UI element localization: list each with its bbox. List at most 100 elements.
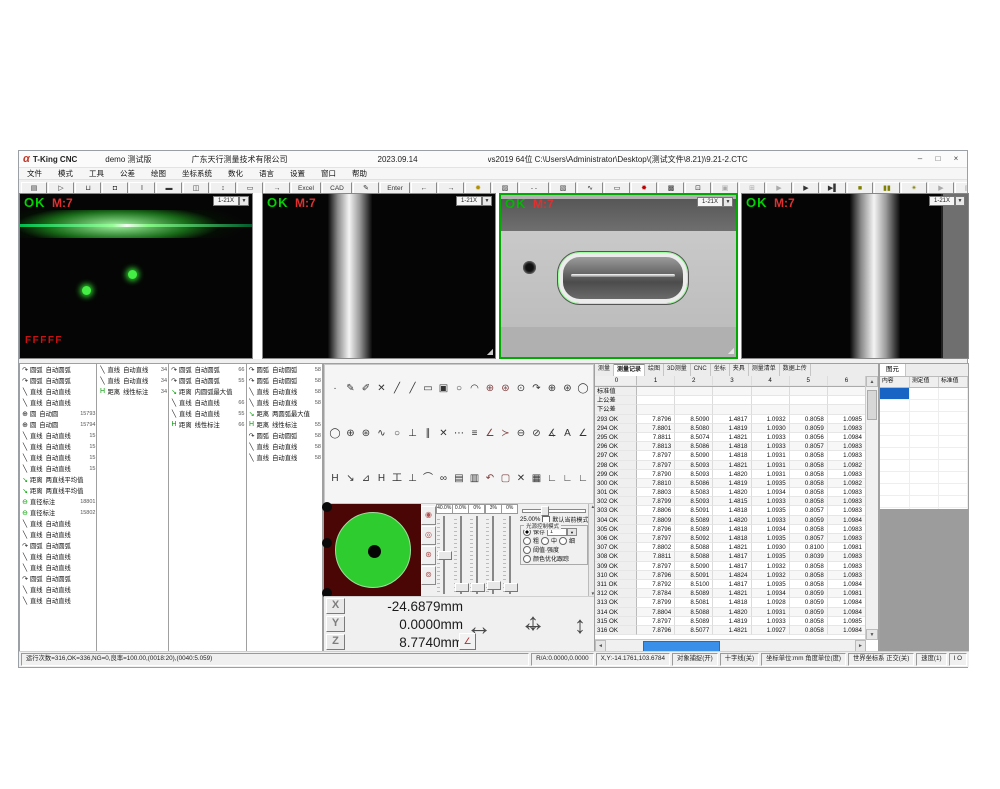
tool-icon[interactable]: ✐ xyxy=(359,382,373,396)
tool-icon[interactable]: ⊕ xyxy=(344,427,358,441)
slider-thumb[interactable] xyxy=(455,583,469,592)
tab-8[interactable]: 数据上传 xyxy=(780,364,811,376)
feature-item[interactable]: ╲直线自动直线 xyxy=(20,397,96,408)
feature-item[interactable]: ╲直线自动直线15 xyxy=(20,430,96,441)
tool-icon[interactable]: ⊛ xyxy=(561,382,575,396)
feature-item[interactable]: ╲直线自动直线15 xyxy=(20,452,96,463)
camera-zoom-select[interactable]: 1-21X▼ xyxy=(697,197,733,207)
menu-item-10[interactable]: 帮助 xyxy=(344,168,375,179)
option-radio-0[interactable] xyxy=(523,546,531,554)
scroll-down-icon[interactable]: ▼ xyxy=(866,629,878,640)
light-mode-button-0[interactable]: ◉ xyxy=(421,506,436,525)
tool-icon[interactable]: ◯ xyxy=(328,427,342,441)
tool-icon[interactable]: ▢ xyxy=(499,472,513,486)
close-button[interactable]: × xyxy=(948,153,964,165)
tool-icon[interactable]: ⊿ xyxy=(359,472,373,486)
tool-icon[interactable]: ∠ xyxy=(483,427,497,441)
feature-item[interactable]: ╲直线自动直线 xyxy=(20,551,96,562)
table-fixed-row[interactable]: 标准值 xyxy=(595,387,866,396)
element-row[interactable] xyxy=(880,436,968,448)
tool-icon[interactable]: ✕ xyxy=(375,382,389,396)
element-row[interactable] xyxy=(880,484,968,496)
table-row[interactable]: 294 OK7.88018.50801.48191.09300.80591.09… xyxy=(595,424,866,433)
table-fixed-row[interactable]: 上公差 xyxy=(595,396,866,405)
feature-item[interactable]: ╲直线自动直线 xyxy=(20,386,96,397)
scroll-up-icon[interactable]: ▲ xyxy=(866,376,878,387)
tool-icon[interactable]: H xyxy=(328,472,342,486)
level-radio-1[interactable] xyxy=(541,537,549,545)
feature-item[interactable]: ╲直线自动直线34 xyxy=(97,364,168,375)
feature-item[interactable]: ↷圆弧自动圆弧66 xyxy=(169,364,245,375)
tool-icon[interactable]: ∟ xyxy=(545,472,559,486)
feature-item[interactable]: ╲直线自动直线 xyxy=(20,529,96,540)
table-row[interactable]: 310 OK7.87968.50911.48241.09320.80581.09… xyxy=(595,571,866,580)
feature-item[interactable]: ╲直线自动直线55 xyxy=(169,408,245,419)
feature-item[interactable]: ↷圆弧自动圆弧 xyxy=(20,375,96,386)
element-row[interactable] xyxy=(880,412,968,424)
feature-item[interactable]: ╲直线自动直线 xyxy=(20,584,96,595)
tool-icon[interactable]: ∞ xyxy=(437,472,451,486)
option-radio-1[interactable] xyxy=(523,555,531,563)
tool-icon[interactable]: ⊘ xyxy=(530,427,544,441)
camera-view-1[interactable]: OKM:71-21X▼FFFFF xyxy=(19,193,253,359)
table-row[interactable]: 302 OK7.87998.50931.48151.09330.80581.09… xyxy=(595,497,866,506)
table-row[interactable]: 293 OK7.87968.50901.48171.09320.80581.09… xyxy=(595,415,866,424)
feature-item[interactable]: ↷圆弧自动圆弧55 xyxy=(169,375,245,386)
menu-item-0[interactable]: 文件 xyxy=(19,168,50,179)
tool-icon[interactable]: ✕ xyxy=(514,472,528,486)
feature-item[interactable]: ⊖直径标注18801 xyxy=(20,496,96,507)
table-row[interactable]: 301 OK7.88038.50831.48201.09340.80581.09… xyxy=(595,488,866,497)
level-radio-2[interactable] xyxy=(559,537,567,545)
feature-item[interactable]: ↷圆弧自动圆弧58 xyxy=(247,375,323,386)
table-row[interactable]: 312 OK7.87848.50891.48211.09340.80591.09… xyxy=(595,589,866,598)
tab-4[interactable]: CNC xyxy=(691,364,711,376)
tool-icon[interactable]: ≻ xyxy=(499,427,513,441)
feature-item[interactable]: ⊖直径标注15802 xyxy=(20,507,96,518)
tab-2[interactable]: 绘图 xyxy=(645,364,664,376)
feature-item[interactable]: ↷圆弧自动圆弧 xyxy=(20,540,96,551)
vertical-scroll-thumb[interactable] xyxy=(867,390,877,420)
tool-icon[interactable]: ◠ xyxy=(468,382,482,396)
camera-zoom-select[interactable]: 1-21X▼ xyxy=(929,196,965,206)
tool-icon[interactable]: · xyxy=(328,382,342,396)
element-row[interactable] xyxy=(880,472,968,484)
tab-element[interactable]: 图元 xyxy=(880,364,906,376)
minimize-button[interactable]: – xyxy=(912,153,928,165)
feature-item[interactable]: ↷圆弧自动圆弧58 xyxy=(247,364,323,375)
menu-item-5[interactable]: 坐标系统 xyxy=(174,168,220,179)
resize-handle-icon[interactable]: ◢ xyxy=(728,346,734,355)
chevron-down-icon[interactable]: ▼ xyxy=(239,196,249,206)
menu-item-6[interactable]: 数化 xyxy=(220,168,251,179)
tool-icon[interactable]: ▦ xyxy=(530,472,544,486)
tool-icon[interactable]: ∥ xyxy=(421,427,435,441)
tool-icon[interactable]: ⊥ xyxy=(406,427,420,441)
feature-item[interactable]: ↘距离内圆弧最大值 xyxy=(169,386,245,397)
slider-thumb[interactable] xyxy=(541,506,549,516)
tool-icon[interactable]: ⊛ xyxy=(499,382,513,396)
slider-track[interactable] xyxy=(454,516,468,594)
table-row[interactable]: 297 OK7.87978.50901.48181.09310.80581.09… xyxy=(595,451,866,460)
feature-item[interactable]: ╲直线自动直线58 xyxy=(247,386,323,397)
axis-y-button[interactable]: Y xyxy=(326,616,345,632)
jog-z-icon[interactable]: ↕ xyxy=(574,612,586,640)
light-mode-button-3[interactable]: ⊚ xyxy=(421,566,436,585)
tab-3[interactable]: 3D测量 xyxy=(664,364,691,376)
table-row[interactable]: 308 OK7.88118.50881.48171.09350.80391.09… xyxy=(595,552,866,561)
tool-icon[interactable]: ○ xyxy=(452,382,466,396)
tool-icon[interactable]: ▭ xyxy=(421,382,435,396)
slider-thumb[interactable] xyxy=(438,551,452,560)
tool-icon[interactable]: ╱ xyxy=(390,382,404,396)
element-row[interactable] xyxy=(880,496,968,508)
chevron-down-icon[interactable]: ▼ xyxy=(723,197,733,207)
table-row[interactable]: 296 OK7.88138.50861.48181.09330.80571.09… xyxy=(595,442,866,451)
tool-icon[interactable]: ⊕ xyxy=(483,382,497,396)
tool-icon[interactable]: ∟ xyxy=(561,472,575,486)
element-row[interactable] xyxy=(880,388,968,400)
feature-item[interactable]: ╲直线自动直线34 xyxy=(97,375,168,386)
tool-icon[interactable]: ↘ xyxy=(344,472,358,486)
feature-item[interactable]: ╲直线自动直线66 xyxy=(169,397,245,408)
tab-6[interactable]: 夹具 xyxy=(730,364,749,376)
tool-icon[interactable]: 工 xyxy=(390,472,404,486)
menu-item-2[interactable]: 工具 xyxy=(81,168,112,179)
feature-item[interactable]: ╲直线自动直线 xyxy=(20,518,96,529)
